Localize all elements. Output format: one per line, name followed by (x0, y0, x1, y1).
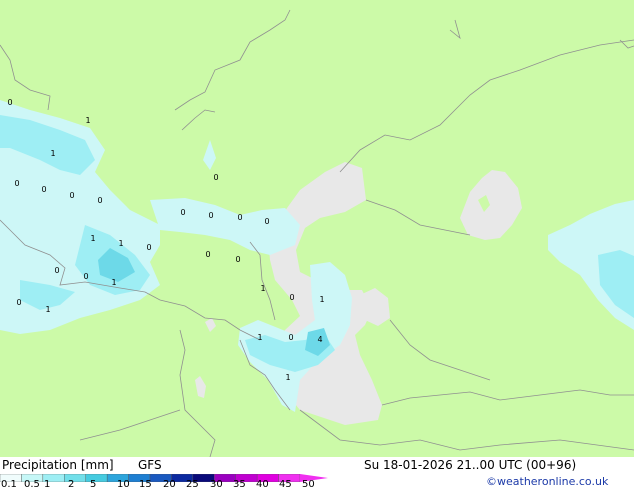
station-value: 1 (319, 295, 324, 304)
legend-tick-label: 0.5 (24, 479, 40, 490)
station-value: 0 (97, 196, 102, 205)
precipitation-map: 0 1 1 0 0 1 0 1 0 1 1 0 0 0 0 0 0 0 0 1 4 0 1 1 0 0 0 0 1 (0, 0, 634, 457)
legend-tick-label: 10 (117, 479, 130, 490)
station-value: 0 (83, 272, 88, 281)
model-name: GFS (138, 458, 162, 472)
station-value: 1 (50, 149, 55, 158)
station-value: 0 (205, 250, 210, 259)
credit-link[interactable]: ©weatheronline.co.uk (486, 475, 608, 488)
station-value: 1 (260, 284, 265, 293)
station-value: 4 (317, 335, 322, 344)
legend-tick-label: 0.1 (1, 479, 17, 490)
legend-tick-label: 30 (210, 479, 223, 490)
legend-tick-label: 50 (302, 479, 315, 490)
station-value: 1 (285, 373, 290, 382)
legend-swatch (85, 474, 108, 482)
legend-tick-label: 15 (139, 479, 152, 490)
legend-tick-label: 40 (256, 479, 269, 490)
station-value: 0 (180, 208, 185, 217)
legend-tick-label: 25 (186, 479, 199, 490)
legend-tick-label: 20 (163, 479, 176, 490)
legend-tick-label: 45 (279, 479, 292, 490)
legend-tick-label: 1 (44, 479, 51, 490)
station-value: 0 (213, 173, 218, 182)
station-value: 0 (16, 298, 21, 307)
station-value: 1 (45, 305, 50, 314)
station-value: 0 (208, 211, 213, 220)
station-value: 0 (237, 213, 242, 222)
legend-tick-label: 5 (90, 479, 97, 490)
valid-datetime: Su 18-01-2026 21..00 UTC (00+96) (364, 458, 577, 472)
legend-tick-label: 35 (233, 479, 246, 490)
station-value: 1 (90, 234, 95, 243)
station-value: 0 (41, 185, 46, 194)
station-value: 0 (14, 179, 19, 188)
station-value: 0 (288, 333, 293, 342)
station-value: 1 (111, 278, 116, 287)
map-title: Precipitation [mm] (2, 458, 114, 472)
station-value: 0 (69, 191, 74, 200)
station-value: 0 (289, 293, 294, 302)
station-value: 1 (118, 239, 123, 248)
station-value: 0 (235, 255, 240, 264)
footer-bar: Precipitation [mm] GFS Su 18-01-2026 21.… (0, 457, 634, 490)
legend-tick-label: 2 (68, 479, 75, 490)
station-value: 0 (54, 266, 59, 275)
station-value: 0 (7, 98, 12, 107)
station-value: 0 (146, 243, 151, 252)
station-value: 1 (85, 116, 90, 125)
station-value: 0 (264, 217, 269, 226)
station-value: 1 (257, 333, 262, 342)
